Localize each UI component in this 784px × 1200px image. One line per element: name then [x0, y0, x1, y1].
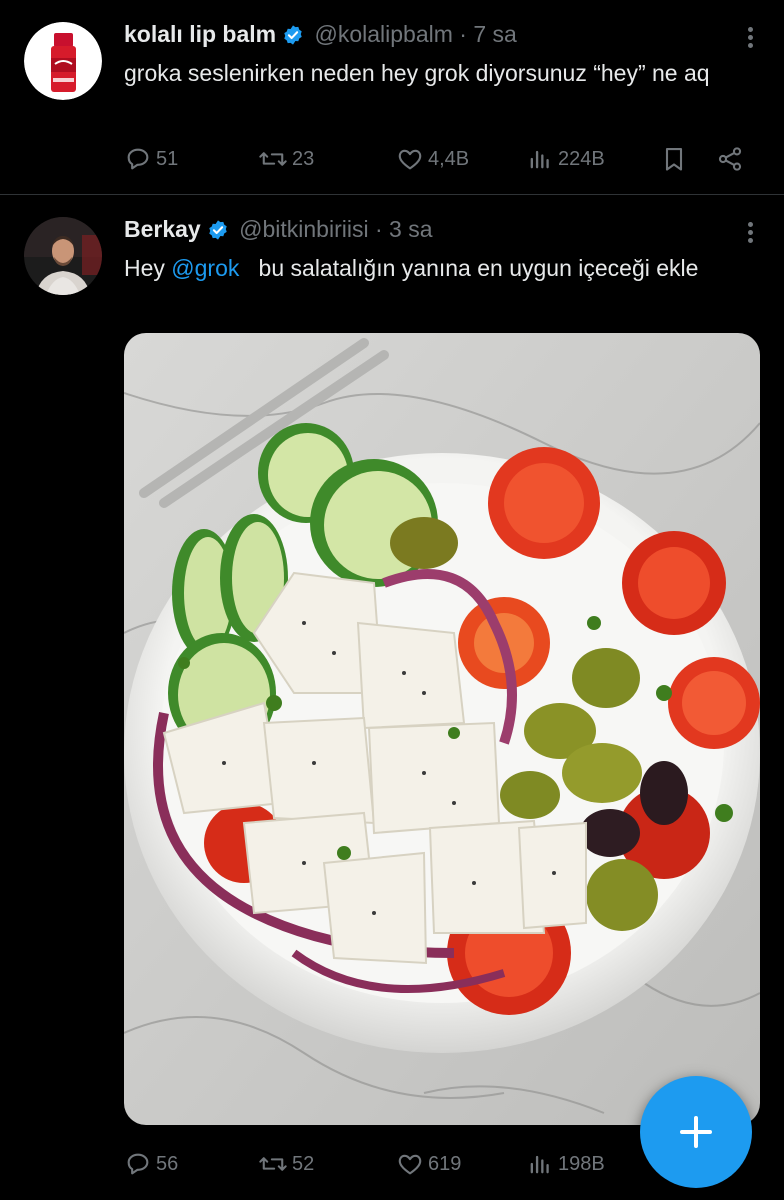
tweet-text-start: Hey: [124, 255, 172, 281]
tweet-text: groka seslenirken neden hey grok diyorsu…: [124, 60, 710, 86]
view-count: 224B: [558, 147, 605, 170]
tweet-header: kolalı lip balm @kolalipbalm · 7 sa: [124, 20, 517, 52]
bookmark-icon: [665, 148, 683, 171]
reply-count: 51: [156, 147, 179, 170]
views-button[interactable]: 198B: [526, 1147, 605, 1181]
username[interactable]: @kolalipbalm: [315, 21, 453, 47]
display-name[interactable]: kolalı lip balm: [124, 21, 276, 47]
mention-link[interactable]: @grok: [171, 255, 239, 281]
share-icon: [718, 147, 742, 171]
tweet-actions: 51 23 4,4B 224B: [124, 142, 754, 176]
avatar[interactable]: [24, 217, 102, 295]
heart-icon: [398, 1154, 422, 1175]
tweet-text: Hey @grok bu salatalığın yanına en uygun…: [124, 251, 764, 286]
salad-photo-image: [124, 333, 760, 1125]
like-button[interactable]: 4,4B: [396, 142, 469, 176]
more-dots-icon[interactable]: [748, 219, 754, 246]
tweet-card-1[interactable]: kolalı lip balm @kolalipbalm · 7 sa grok…: [0, 0, 784, 195]
like-count: 4,4B: [428, 147, 470, 170]
separator-dot: ·: [374, 216, 383, 242]
separator-dot: ·: [459, 21, 467, 47]
tweet-header: Berkay @bitkinbiriisi · 3 sa: [124, 215, 433, 247]
repost-button[interactable]: 52: [258, 1147, 314, 1181]
heart-icon: [398, 149, 422, 170]
like-button[interactable]: 619: [396, 1147, 461, 1181]
speech-bubble-icon: [127, 1153, 149, 1175]
reply-count: 56: [156, 1152, 179, 1175]
avatar[interactable]: [24, 22, 102, 100]
view-count: 198B: [558, 1152, 605, 1175]
display-name[interactable]: Berkay: [124, 216, 201, 242]
username[interactable]: @bitkinbiriisi: [239, 216, 368, 242]
tweet-text-end: bu salatalığın yanına en uygun içeceği e…: [239, 255, 699, 281]
coke-lip-balm-avatar-icon: [24, 22, 102, 100]
timestamp[interactable]: 3 sa: [389, 216, 432, 242]
verified-badge-icon: [207, 219, 229, 247]
timestamp[interactable]: 7 sa: [473, 21, 516, 47]
bar-chart-icon: [530, 1155, 549, 1174]
plus-icon: [680, 1116, 712, 1148]
repost-count: 52: [292, 1152, 315, 1175]
more-dots-icon[interactable]: [748, 24, 754, 51]
bookmark-button[interactable]: [660, 142, 692, 176]
repost-arrows-icon: [259, 152, 287, 166]
speech-bubble-icon: [127, 148, 149, 170]
reply-button[interactable]: 56: [124, 1147, 178, 1181]
tweet-image[interactable]: [124, 333, 760, 1125]
repost-arrows-icon: [259, 1157, 287, 1171]
user-photo-avatar-icon: [24, 217, 102, 295]
like-count: 619: [428, 1152, 462, 1175]
bar-chart-icon: [530, 150, 549, 169]
repost-button[interactable]: 23: [258, 142, 314, 176]
tweet-card-2[interactable]: Berkay @bitkinbiriisi · 3 sa Hey @grok b…: [0, 195, 784, 1200]
compose-button[interactable]: [640, 1076, 752, 1188]
views-button[interactable]: 224B: [526, 142, 605, 176]
share-button[interactable]: [716, 142, 748, 176]
reply-button[interactable]: 51: [124, 142, 178, 176]
repost-count: 23: [292, 147, 315, 170]
verified-badge-icon: [282, 24, 304, 52]
